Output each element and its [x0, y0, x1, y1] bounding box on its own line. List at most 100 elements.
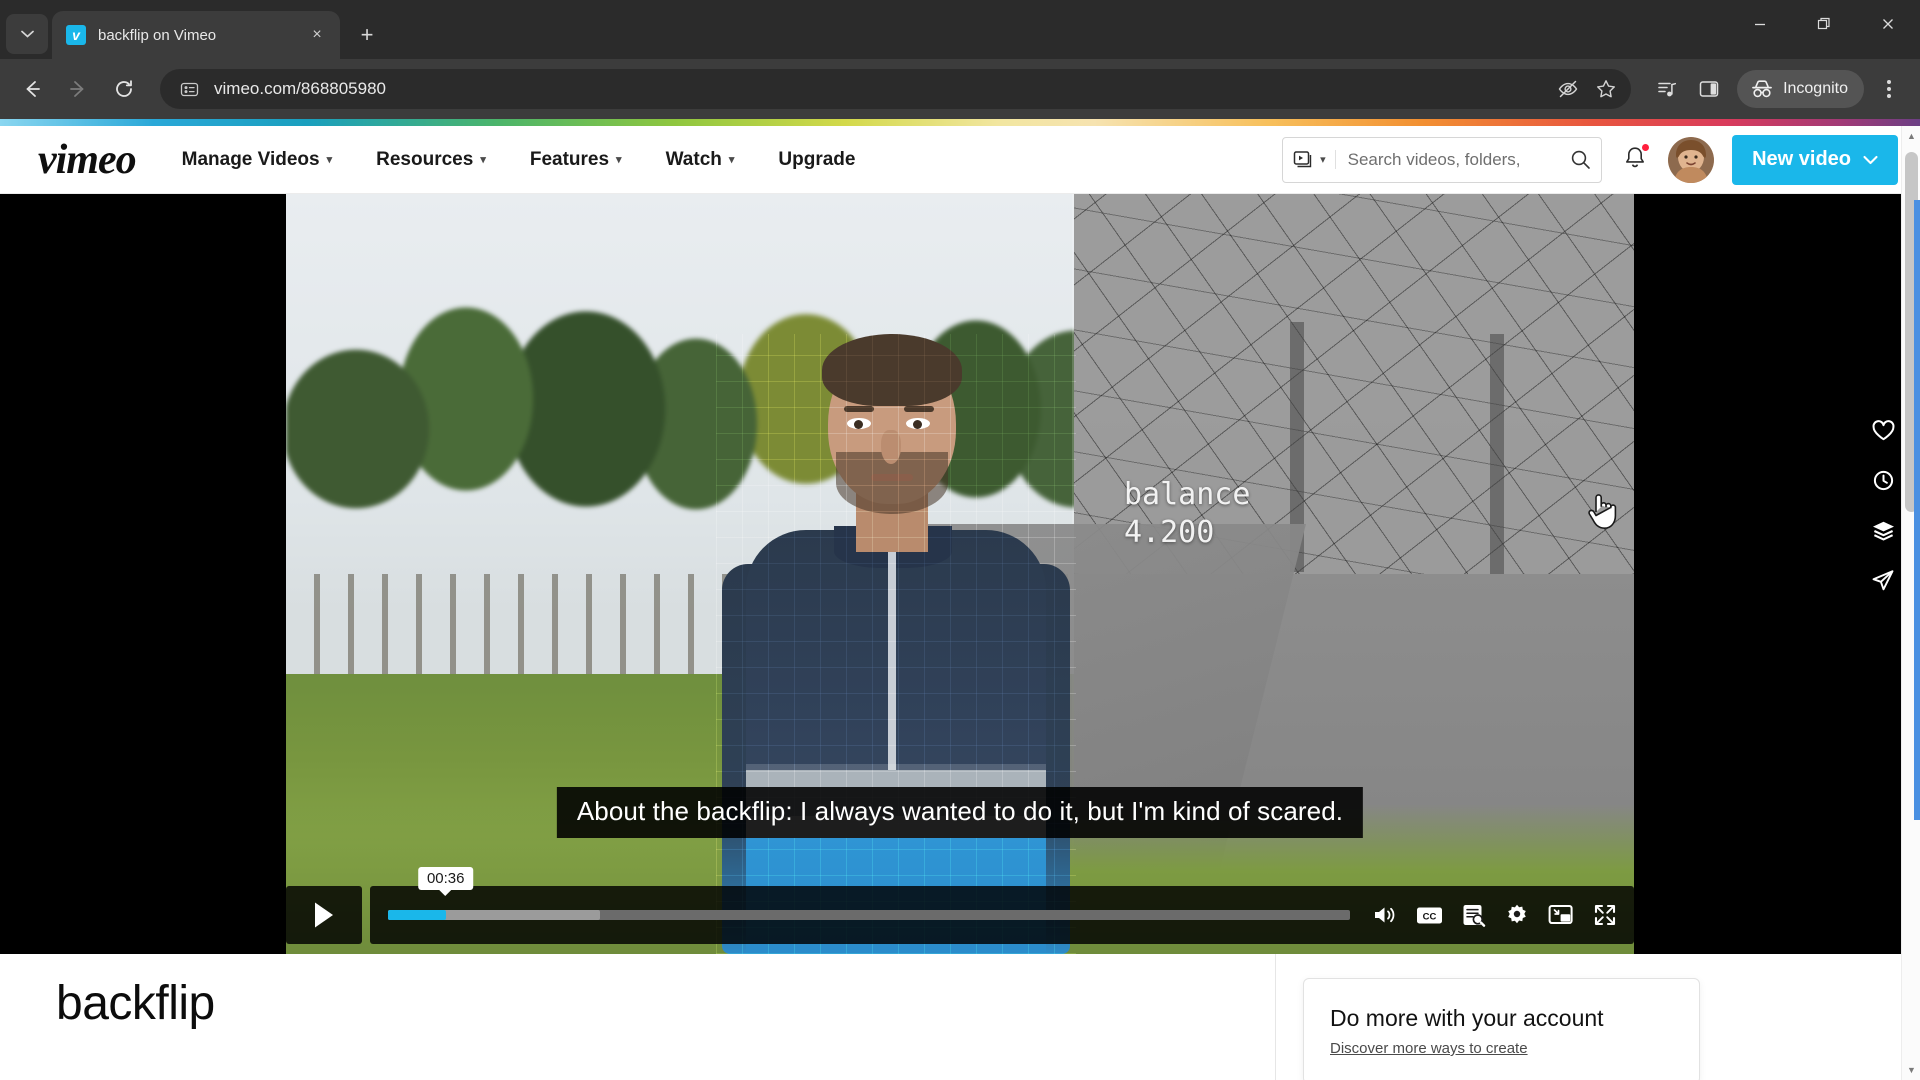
tab-close-button[interactable]: ×	[304, 22, 330, 48]
balance-hud: balance 4.200	[1124, 476, 1250, 552]
main-nav: Manage Videos ▾ Resources ▾ Features ▾ W…	[160, 149, 878, 171]
transcript-search-icon	[1463, 905, 1485, 927]
maximize-button[interactable]	[1792, 0, 1856, 48]
nav-label: Manage Videos	[181, 148, 320, 170]
balance-value: 4.200	[1124, 514, 1215, 550]
chevron-down-icon: ▾	[616, 154, 622, 166]
nav-item-upgrade[interactable]: Upgrade	[756, 149, 877, 171]
progress-bar[interactable]: 00:36	[388, 867, 1350, 920]
balance-label: balance	[1124, 477, 1251, 512]
clock-icon	[1873, 470, 1893, 490]
video-player[interactable]: balance 4.200 About the backflip: I alwa…	[0, 194, 1920, 954]
video-frame: balance 4.200	[286, 194, 1634, 954]
scroll-up-button[interactable]: ▲	[1902, 126, 1920, 146]
play-icon	[315, 902, 333, 928]
time-tooltip: 00:36	[417, 867, 474, 896]
page-content: vimeo Manage Videos ▾ Resources ▾ Featur…	[0, 126, 1920, 1080]
incognito-label: Incognito	[1783, 80, 1848, 97]
collections-button[interactable]	[1860, 510, 1906, 550]
search-input[interactable]	[1335, 149, 1571, 170]
page-info-icon[interactable]	[176, 76, 202, 102]
url-text: vimeo.com/868805980	[214, 79, 387, 98]
nav-label: Resources	[376, 148, 474, 170]
forward-button[interactable]	[58, 69, 98, 109]
svg-text:CC: CC	[1422, 911, 1436, 922]
control-icons: CC	[1370, 900, 1620, 930]
address-bar[interactable]: vimeo.com/868805980	[160, 69, 1632, 109]
player-controls: 00:36 CC	[286, 867, 1634, 944]
new-video-label: New video	[1752, 148, 1851, 170]
tab-title: backflip on Vimeo	[98, 26, 217, 44]
captions-button[interactable]: CC	[1414, 900, 1444, 930]
three-dot-menu-icon[interactable]	[1870, 69, 1908, 109]
reload-button[interactable]	[104, 69, 144, 109]
incognito-badge[interactable]: Incognito	[1737, 70, 1864, 108]
settings-button[interactable]	[1502, 900, 1532, 930]
close-window-button[interactable]	[1856, 0, 1920, 48]
video-subject-person	[716, 334, 1076, 954]
video-caption: About the backflip: I always wanted to d…	[556, 787, 1364, 838]
watch-later-button[interactable]	[1860, 460, 1906, 500]
vimeo-logo[interactable]: vimeo	[38, 139, 137, 181]
minimize-button[interactable]	[1728, 0, 1792, 48]
play-button[interactable]	[286, 886, 362, 944]
share-button[interactable]	[1860, 560, 1906, 600]
nav-item-features[interactable]: Features ▾	[508, 149, 644, 171]
sidebar-divider	[1275, 954, 1276, 1080]
forward-arrow-icon	[70, 81, 84, 97]
vimeo-header: vimeo Manage Videos ▾ Resources ▾ Featur…	[0, 126, 1920, 194]
discover-more-link[interactable]: Discover more ways to create	[1330, 1040, 1528, 1057]
media-playlist-icon[interactable]	[1647, 69, 1687, 109]
nav-label: Upgrade	[778, 148, 856, 170]
chevron-down-icon	[20, 30, 34, 38]
header-right: ▾ Search videos, folders, New video	[1282, 134, 1898, 185]
fullscreen-button[interactable]	[1590, 900, 1620, 930]
scroll-down-button[interactable]: ▼	[1902, 1060, 1920, 1080]
notification-badge	[1640, 141, 1652, 153]
eye-crossed-icon[interactable]	[1551, 72, 1585, 106]
progress-fill	[388, 910, 446, 920]
back-button[interactable]	[12, 69, 52, 109]
new-video-button[interactable]: New video	[1732, 134, 1898, 185]
side-panel-icon[interactable]	[1689, 69, 1729, 109]
paper-plane-icon	[1872, 569, 1894, 590]
controls-bar: 00:36 CC	[370, 867, 1634, 944]
fullscreen-icon	[1594, 904, 1616, 926]
transcript-button[interactable]	[1458, 900, 1488, 930]
search-icon[interactable]	[1570, 149, 1591, 170]
layers-icon	[1872, 521, 1894, 540]
vimeo-favicon: v	[66, 25, 86, 45]
window-controls	[1728, 0, 1920, 48]
cc-icon: CC	[1416, 907, 1442, 923]
browser-tab[interactable]: v backflip on Vimeo ×	[52, 11, 340, 59]
nav-item-watch[interactable]: Watch ▾	[644, 149, 757, 171]
search-box[interactable]: ▾	[1282, 136, 1603, 183]
nav-item-manage-videos[interactable]: Manage Videos ▾	[160, 149, 355, 171]
avatar-image	[1668, 136, 1715, 183]
notifications-button[interactable]	[1620, 141, 1652, 176]
right-edge-highlight	[1914, 200, 1920, 820]
star-icon[interactable]	[1589, 72, 1623, 106]
tab-search-button[interactable]	[6, 14, 48, 54]
like-button[interactable]	[1860, 410, 1906, 450]
pip-button[interactable]	[1546, 900, 1576, 930]
minimize-icon	[1755, 23, 1765, 26]
volume-button[interactable]	[1370, 900, 1400, 930]
nav-label: Features	[529, 148, 610, 170]
close-icon	[1883, 19, 1893, 29]
browser-toolbar: vimeo.com/868805980 Incognito	[0, 59, 1920, 119]
video-action-rail	[1860, 410, 1906, 600]
picture-in-picture-icon	[1548, 905, 1573, 924]
chevron-down-icon	[1863, 155, 1878, 164]
account-promo-card: Do more with your account Discover more …	[1303, 978, 1700, 1080]
tab-strip: v backflip on Vimeo × +	[0, 0, 1920, 59]
new-tab-button[interactable]: +	[350, 18, 384, 52]
chevron-down-icon: ▾	[480, 154, 486, 166]
video-details: backflip Do more with your account Disco…	[0, 954, 1920, 1080]
nav-label: Watch	[665, 148, 722, 170]
search-filter-button[interactable]: ▾	[1293, 150, 1336, 169]
chevron-down-icon: ▾	[326, 154, 333, 166]
nav-item-resources[interactable]: Resources ▾	[354, 149, 508, 171]
browser-window: v backflip on Vimeo × + vimeo.com/868805…	[0, 0, 1920, 1080]
avatar[interactable]	[1668, 136, 1715, 183]
